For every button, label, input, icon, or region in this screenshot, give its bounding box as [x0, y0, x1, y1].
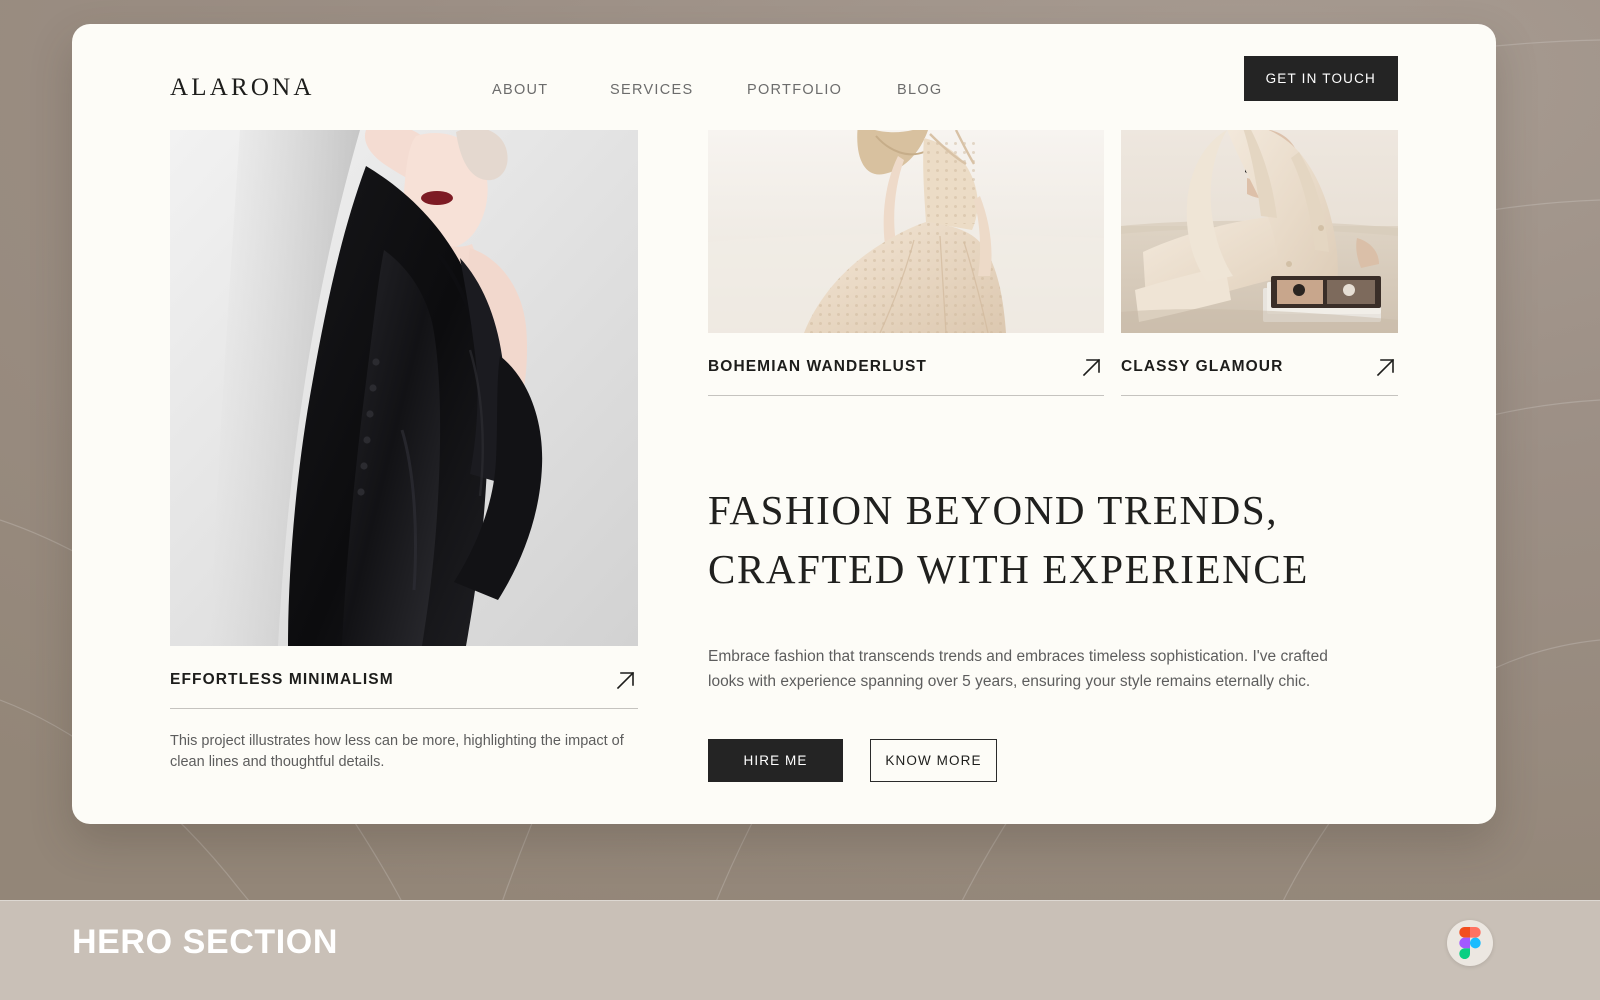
website-mockup-card: ALARONA ABOUT SERVICES PORTFOLIO BLOG GE… — [72, 24, 1496, 824]
project-description: This project illustrates how less can be… — [170, 733, 624, 771]
hero-paragraph: Embrace fashion that transcends trends a… — [708, 648, 1328, 691]
arrow-up-right-icon[interactable] — [1374, 355, 1398, 379]
project-title-row-classy-glamour: CLASSY GLAMOUR — [1121, 333, 1398, 395]
project-image-bohemian-wanderlust — [708, 130, 1104, 333]
get-in-touch-button[interactable]: GET IN TOUCH — [1243, 56, 1398, 101]
project-image-classy-glamour — [1121, 130, 1398, 333]
hero-heading-line-1: FASHION BEYOND TRENDS, — [708, 487, 1279, 533]
project-title: EFFORTLESS MINIMALISM — [170, 671, 394, 688]
project-title: BOHEMIAN WANDERLUST — [708, 358, 927, 375]
nav-item-services[interactable]: SERVICES — [610, 82, 747, 98]
project-divider — [1121, 395, 1398, 396]
nav-item-about[interactable]: ABOUT — [492, 82, 610, 98]
project-divider — [170, 708, 638, 709]
arrow-up-right-icon[interactable] — [1080, 355, 1104, 379]
photo-black-coat-model — [170, 130, 638, 646]
section-annotation-label: HERO SECTION — [72, 923, 339, 961]
figma-icon — [1447, 920, 1493, 966]
hero-action-buttons: HIRE ME KNOW MORE — [708, 739, 1398, 783]
project-divider — [708, 395, 1104, 396]
hire-me-button[interactable]: HIRE ME — [708, 739, 843, 783]
project-title-row-bohemian-wanderlust: BOHEMIAN WANDERLUST — [708, 333, 1104, 395]
secondary-projects-row: BOHEMIAN WANDERLUST CLASSY GLAMOUR — [708, 130, 1398, 396]
site-header: ALARONA ABOUT SERVICES PORTFOLIO BLOG GE… — [72, 24, 1496, 130]
hero-heading: FASHION BEYOND TRENDS, CRAFTED WITH EXPE… — [708, 481, 1398, 599]
nav-item-portfolio[interactable]: PORTFOLIO — [747, 82, 897, 98]
project-image-effortless-minimalism — [170, 130, 638, 646]
project-card-classy-glamour[interactable]: CLASSY GLAMOUR — [1121, 130, 1398, 396]
arrow-up-right-icon[interactable] — [614, 668, 638, 692]
hero-right-column: BOHEMIAN WANDERLUST CLASSY GLAMOUR FASHI… — [708, 130, 1398, 783]
photo-cream-suit-model — [1121, 130, 1398, 333]
project-title-row-effortless-minimalism: EFFORTLESS MINIMALISM — [170, 646, 638, 708]
project-title: CLASSY GLAMOUR — [1121, 358, 1284, 375]
project-card-effortless-minimalism[interactable]: EFFORTLESS MINIMALISM This project illus… — [170, 130, 638, 773]
figma-logo-glyph — [1459, 927, 1481, 959]
brand-logo[interactable]: ALARONA — [170, 74, 315, 102]
photo-ivory-gown-model — [708, 130, 1104, 333]
project-card-bohemian-wanderlust[interactable]: BOHEMIAN WANDERLUST — [708, 130, 1104, 396]
main-navigation: ABOUT SERVICES PORTFOLIO BLOG — [492, 82, 977, 98]
know-more-button[interactable]: KNOW MORE — [870, 739, 997, 783]
hero-heading-line-2: CRAFTED WITH EXPERIENCE — [708, 546, 1309, 593]
nav-item-blog[interactable]: BLOG — [897, 82, 977, 98]
